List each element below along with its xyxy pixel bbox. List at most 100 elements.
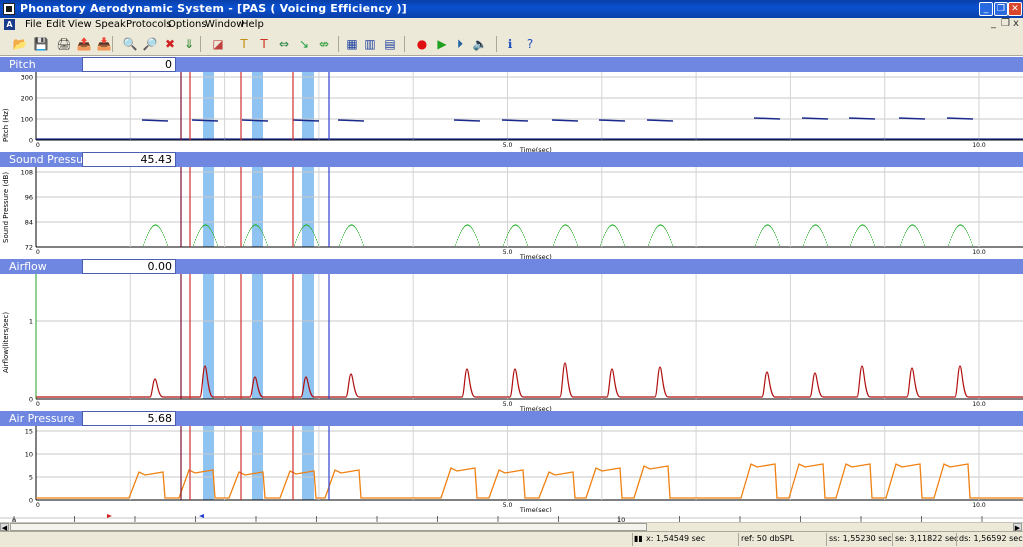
selection-band	[203, 167, 214, 247]
save-icon[interactable]: 💾	[33, 36, 49, 52]
pitch-segment	[453, 119, 481, 122]
menu-options[interactable]: Options	[168, 19, 207, 30]
panel-value-field[interactable]: 0.00	[82, 259, 176, 274]
mdi-restore-button[interactable]: ❐	[1001, 18, 1010, 29]
sound-pressure-burst	[143, 224, 168, 246]
import-icon[interactable]: 📥	[96, 36, 112, 52]
y-tick-label: 84	[25, 219, 33, 227]
scroll-left-arrow-icon[interactable]: ◀	[0, 523, 9, 532]
text-marker-icon[interactable]: T	[236, 36, 252, 52]
zoom-out-icon[interactable]: 🔍	[122, 36, 138, 52]
mdi-minimize-button[interactable]: _	[991, 18, 996, 29]
menu-protocols[interactable]: Protocols	[126, 19, 172, 30]
print-icon[interactable]: 🖨	[56, 36, 72, 52]
selection-band	[302, 274, 314, 399]
y-tick-label: 0	[29, 396, 33, 404]
scroll-right-arrow-icon[interactable]: ▶	[1013, 523, 1022, 532]
scroll-thumb[interactable]	[10, 523, 647, 531]
panel-header[interactable]: Sound Pressure 45.43	[0, 152, 1023, 167]
close-button[interactable]: ✕	[1008, 2, 1022, 16]
menu-window[interactable]: Window	[205, 19, 244, 30]
info-icon[interactable]: ℹ	[502, 36, 518, 52]
menu-speak[interactable]: Speak	[95, 19, 126, 30]
status-selection-start: ss: 1,55230 sec	[829, 534, 892, 543]
speaker-icon[interactable]: 🔈	[472, 36, 488, 52]
sound-pressure-burst	[850, 224, 875, 246]
x-tick-label: 10.0	[972, 249, 986, 256]
air-pressure-trace	[36, 463, 1023, 499]
plot-area[interactable]: 108 96 84 72 0 5.0 10.0 Time(sec) Sound Pressure…	[0, 167, 1023, 259]
record-icon[interactable]: ●	[414, 36, 430, 52]
minimize-button[interactable]: _	[979, 2, 993, 16]
panel-airflow: Airflow 0.00 1 0 0 5.0 10.0 Time(sec) Airflow(li…	[0, 259, 1023, 411]
y-tick-label: 15	[25, 428, 33, 436]
panel-header[interactable]: Air Pressure 5.68	[0, 411, 1023, 426]
status-cursor-x: x: 1,54549 sec	[646, 534, 706, 543]
panel-title: Air Pressure	[9, 412, 75, 425]
open-icon[interactable]: 📂	[12, 36, 28, 52]
sound-pressure-burst	[503, 224, 528, 246]
move-down-icon[interactable]: ↘	[296, 36, 312, 52]
plot-area[interactable]: 15 10 5 0 0 5.0 10.0 Time(sec)	[0, 426, 1023, 512]
pitch-segment	[501, 119, 529, 122]
panel-header[interactable]: Pitch 0	[0, 57, 1023, 72]
menu-edit[interactable]: Edit	[46, 19, 65, 30]
zoom-in-icon[interactable]: 🔎	[142, 36, 158, 52]
x-tick-label: 5.0	[503, 502, 513, 509]
y-tick-label: 0	[29, 137, 33, 145]
status-duration: ds: 1,56592 sec	[959, 534, 1023, 543]
layout-3-icon[interactable]: ▤	[382, 36, 398, 52]
layout-2-icon[interactable]: ▥	[362, 36, 378, 52]
panel-value-field[interactable]: 5.68	[82, 411, 176, 426]
pitch-segment	[551, 119, 579, 122]
selection-band	[302, 426, 314, 500]
plot-area[interactable]: 300 200 100 0 0 5.0 10.0 Time(sec) Pitch (Hz)	[0, 72, 1023, 152]
pitch-segment	[191, 119, 219, 122]
plot-area[interactable]: 1 0 0 5.0 10.0 Time(sec) Airflow(liters/sec)	[0, 274, 1023, 411]
menu-view[interactable]: View	[68, 19, 92, 30]
panel-value-field[interactable]: 45.43	[82, 152, 176, 167]
toolbar: 📂 💾 🖨 📤 📥 🔍 🔎 ✖ ⇓ ◪ T T ⇔ ↘ ⇎ ▦ ▥ ▤ ● ▶ ⏵ 🔈 ℹ?	[0, 32, 1023, 56]
sound-pressure-burst	[553, 224, 578, 246]
app-icon[interactable]	[3, 3, 15, 15]
panel-pitch: Pitch 0 300 200 100 0 0 5.0 10.0 Time(sec) Pitch (…	[0, 57, 1023, 152]
menu-help[interactable]: Help	[241, 19, 264, 30]
sound-pressure-burst	[648, 224, 673, 246]
window-title: Phonatory Aerodynamic System - [PAS ( Vo…	[20, 2, 407, 15]
panel-air-pressure: Air Pressure 5.68 15 10 5 0 0 5.0 10.0 Time(sec)	[0, 411, 1023, 512]
eraser-icon[interactable]: ◪	[210, 36, 226, 52]
panel-title: Pitch	[9, 58, 36, 71]
horizontal-scrollbar[interactable]: ◀ ▶	[0, 522, 1023, 532]
selection-band	[252, 426, 263, 500]
document-icon[interactable]: A	[4, 19, 15, 30]
expand-icon[interactable]: ⇔	[276, 36, 292, 52]
layout-1-icon[interactable]: ▦	[344, 36, 360, 52]
play-icon[interactable]: ▶	[434, 36, 450, 52]
menu-file[interactable]: File	[25, 19, 42, 30]
sound-pressure-burst	[755, 224, 780, 246]
y-axis-label: Sound Pressure (dB)	[2, 171, 10, 243]
restore-button[interactable]: ❐	[994, 2, 1008, 16]
pitch-segment	[598, 119, 626, 122]
panel-value-field[interactable]: 0	[82, 57, 176, 72]
selection-band	[302, 72, 314, 140]
help-icon[interactable]: ?	[522, 36, 538, 52]
y-tick-label: 100	[21, 116, 33, 124]
ruler-start-marker-icon	[107, 514, 112, 518]
x-tick-label: 0	[36, 502, 40, 509]
clear-marker-icon[interactable]: T	[256, 36, 272, 52]
pitch-segment	[337, 119, 365, 122]
toolbar-separator	[338, 36, 339, 52]
play-selection-icon[interactable]: ⏵	[452, 36, 468, 52]
export-icon[interactable]: 📤	[76, 36, 92, 52]
pitch-segment	[753, 117, 781, 120]
toolbar-separator	[200, 36, 201, 52]
down-arrow-icon[interactable]: ⇓	[181, 36, 197, 52]
panel-header[interactable]: Airflow 0.00	[0, 259, 1023, 274]
toolbar-separator	[112, 36, 113, 52]
y-tick-label: 0	[29, 497, 33, 505]
pitch-segment	[646, 119, 674, 122]
delete-icon[interactable]: ✖	[162, 36, 178, 52]
contract-icon[interactable]: ⇎	[316, 36, 332, 52]
mdi-close-button[interactable]: x	[1013, 18, 1019, 29]
